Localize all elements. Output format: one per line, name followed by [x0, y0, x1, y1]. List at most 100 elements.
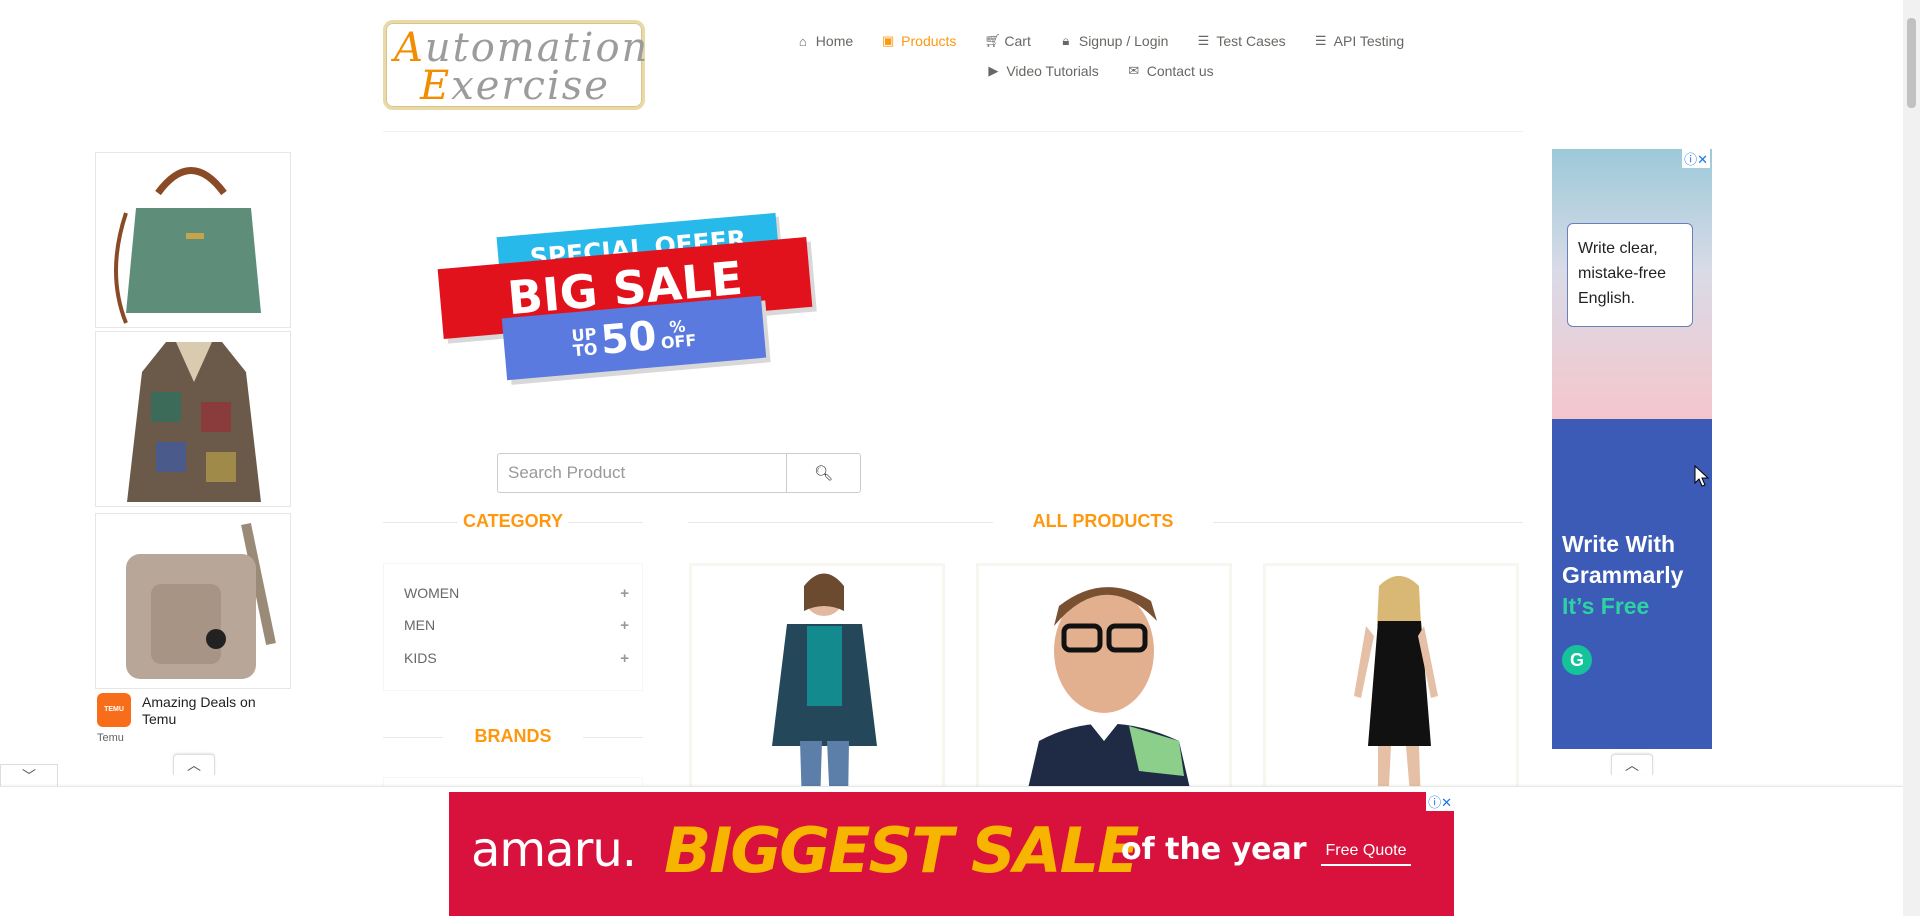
temu-logo-text: TEMU	[104, 706, 124, 714]
product-image-man-glasses	[1025, 587, 1193, 800]
banner-to: TO	[572, 339, 599, 361]
left-ad[interactable]: ⓘ✕	[95, 152, 291, 752]
logo-line-2: Exercise	[420, 63, 610, 109]
plus-icon[interactable]: +	[620, 585, 629, 602]
brands-title: BRANDS	[474, 726, 552, 746]
search-icon: 🔍︎	[813, 465, 834, 482]
plus-icon[interactable]: +	[620, 650, 629, 667]
nav-video-tutorials[interactable]: ▶ Video Tutorials	[986, 63, 1098, 79]
coat-image	[127, 342, 261, 502]
grammarly-logo-letter: G	[1569, 649, 1584, 670]
search-button[interactable]: 🔍︎	[786, 453, 861, 493]
chevron-up-icon: ︿	[187, 757, 201, 773]
bottom-ad-amaru[interactable]: amaru. BIGGEST SALE of the year Free Quo…	[449, 792, 1454, 916]
temu-logo: TEMU	[97, 693, 131, 727]
scrollbar-thumb[interactable]	[1907, 18, 1916, 108]
nav-cart[interactable]: 🛒︎ Cart	[984, 33, 1030, 49]
nav-row-1: ⌂ Home ▣ Products 🛒︎ Cart 🔒︎ Signup / Login …	[780, 26, 1420, 56]
page-scrollbar[interactable]	[1903, 0, 1920, 916]
grammarly-headline-2: Grammarly	[1562, 562, 1684, 588]
nav-signup-login[interactable]: 🔒︎ Signup / Login	[1059, 33, 1169, 49]
grammarly-logo-icon: G	[1562, 645, 1592, 675]
logo-cap-e: E	[420, 63, 452, 109]
lock-icon: 🔒︎	[1062, 33, 1070, 48]
category-list: WOMEN + MEN + KIDS +	[383, 563, 643, 691]
amaru-free-quote-link[interactable]: Free Quote	[1321, 842, 1411, 866]
category-item-men[interactable]: MEN +	[404, 613, 629, 637]
ad-product-crossbody-bag[interactable]	[95, 513, 291, 689]
category-title-line-right	[568, 522, 643, 523]
product-image-black-dress	[1354, 576, 1438, 800]
brands-title-line-left	[383, 737, 443, 738]
envelope-icon: ✉	[1128, 63, 1140, 78]
category-item-women[interactable]: WOMEN +	[404, 581, 629, 605]
nav-signup-label: Signup / Login	[1078, 33, 1169, 49]
ad-product-coat[interactable]	[95, 331, 291, 507]
nav-api-testing[interactable]: ☰ API Testing	[1314, 33, 1405, 49]
product-card[interactable]	[976, 563, 1232, 803]
grammarly-headline-1: Write With	[1562, 531, 1676, 557]
product-card[interactable]	[689, 563, 945, 803]
nav-video-label: Video Tutorials	[1006, 63, 1099, 79]
shopping-bag-icon: ▣	[882, 33, 895, 48]
grammarly-sample-card: Write clear, mistake-free English.	[1567, 223, 1693, 327]
page: Automation Exercise ⌂ Home ▣ Products 🛒︎ Ca…	[0, 0, 1903, 916]
category-title: CATEGORY	[462, 511, 563, 531]
grammarly-headline-3: It’s Free	[1562, 593, 1650, 619]
amaru-tagline: of the year	[1121, 832, 1307, 867]
ad-close-icon[interactable]: ⓘ✕	[1426, 792, 1454, 811]
banner-off-group: % OFF	[659, 317, 698, 353]
nav-api-testing-label: API Testing	[1333, 33, 1405, 49]
site-logo[interactable]: Automation Exercise	[383, 20, 647, 110]
amaru-brand: amaru.	[471, 822, 637, 878]
products-title-line-left	[688, 522, 993, 523]
banner-up-to: UP TO	[571, 324, 599, 361]
product-card[interactable]	[1263, 563, 1519, 803]
right-ad-grammarly[interactable]: Write clear, mistake-free English. Write…	[1552, 149, 1712, 749]
category-item-kids[interactable]: KIDS +	[404, 646, 629, 670]
brands-title-line-right	[583, 737, 643, 738]
chevron-down-icon: ﹀	[22, 768, 36, 784]
nav-products[interactable]: ▣ Products	[881, 33, 956, 49]
header-divider	[383, 131, 1523, 132]
amaru-headline: BIGGEST SALE	[664, 814, 1139, 887]
main-nav: ⌂ Home ▣ Products 🛒︎ Cart 🔒︎ Signup / Login …	[780, 26, 1420, 86]
product-image-woman-cardigan	[772, 573, 877, 800]
nav-home-label: Home	[815, 33, 854, 49]
nav-home[interactable]: ⌂ Home	[796, 33, 853, 49]
banner-percent: 50	[598, 313, 659, 364]
nav-contact-us[interactable]: ✉ Contact us	[1127, 63, 1213, 79]
nav-test-cases-label: Test Cases	[1216, 33, 1286, 49]
mouse-cursor-icon	[1694, 465, 1710, 487]
nav-cart-label: Cart	[1004, 33, 1031, 49]
search-product-input[interactable]	[497, 453, 787, 493]
crossbody-bag-image	[126, 522, 276, 679]
products-title-line-right	[1213, 522, 1523, 523]
ad-close-icon[interactable]: ⓘ✕	[1682, 149, 1710, 168]
nav-products-label: Products	[901, 33, 957, 49]
chevron-up-icon: ︿	[1625, 757, 1639, 773]
cart-icon: 🛒︎	[984, 33, 1001, 48]
left-ad-collapse-button[interactable]: ︿	[173, 754, 215, 775]
special-offer-banner: SPECIAL OFFER BIG SALE UP TO 50 % OFF	[437, 212, 823, 383]
all-products-title: ALL PRODUCTS	[1032, 511, 1174, 531]
banner-off: OFF	[660, 330, 698, 353]
temu-ad-text: Amazing Deals on Temu	[142, 694, 256, 727]
home-icon: ⌂	[798, 33, 807, 49]
category-label: KIDS	[404, 650, 437, 666]
bottom-ad-collapse-button[interactable]: ﹀	[0, 764, 58, 787]
nav-test-cases[interactable]: ☰ Test Cases	[1196, 33, 1286, 49]
grammarly-ad-bottom: Write With Grammarly It’s Free G	[1552, 419, 1712, 749]
grammarly-headline: Write With Grammarly It’s Free	[1562, 529, 1683, 622]
temu-brand: Temu	[97, 732, 124, 744]
youtube-icon: ▶	[988, 63, 999, 78]
category-label: WOMEN	[404, 585, 460, 601]
list-icon: ☰	[1314, 33, 1327, 48]
category-title-line-left	[383, 522, 458, 523]
temu-ad-footer[interactable]: TEMU Amazing Deals on Temu Temu	[95, 690, 291, 746]
category-label: MEN	[404, 617, 436, 633]
ad-product-handbag[interactable]	[95, 152, 291, 328]
handbag-image	[114, 167, 261, 324]
right-ad-collapse-button[interactable]: ︿	[1611, 754, 1653, 775]
plus-icon[interactable]: +	[620, 617, 629, 634]
